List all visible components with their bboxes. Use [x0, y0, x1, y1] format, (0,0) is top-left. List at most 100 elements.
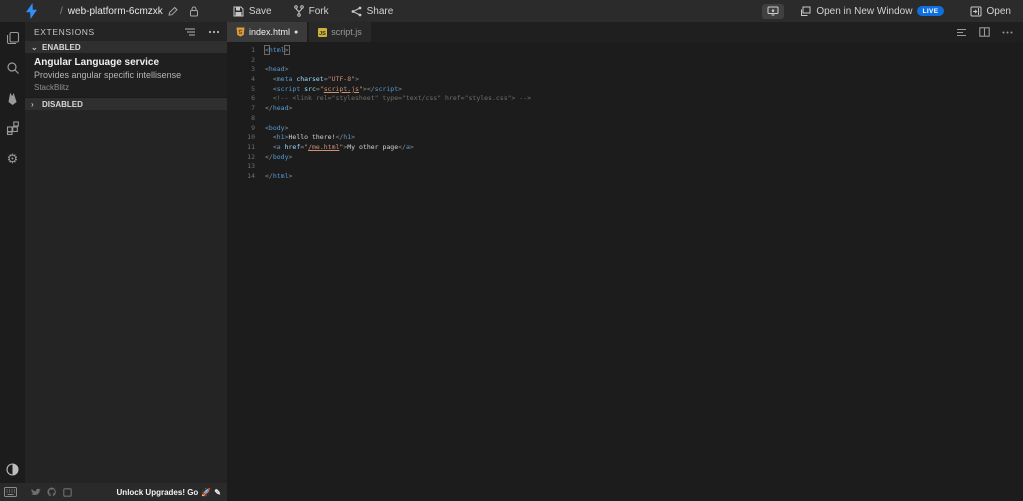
code-line[interactable]: 2 — [227, 56, 1023, 66]
open-label: Open — [986, 5, 1011, 17]
fork-button[interactable]: Fork — [290, 0, 333, 22]
fork-icon — [293, 5, 304, 17]
code-line[interactable]: 11 <a href="/me.html">My other page</a> — [227, 143, 1023, 153]
theme-contrast-icon[interactable] — [5, 461, 21, 477]
code-line[interactable]: 4 <meta charset="UTF-8"> — [227, 75, 1023, 85]
section-enabled[interactable]: ⌄ ENABLED — [25, 41, 227, 53]
code-line[interactable]: 8 — [227, 114, 1023, 124]
editor-actions — [956, 22, 1023, 42]
open-changes-icon[interactable] — [956, 28, 967, 37]
svg-text:JS: JS — [319, 30, 326, 36]
preview-monitor-icon — [767, 6, 779, 16]
line-number: 1 — [251, 46, 255, 54]
stackblitz-logo-icon[interactable] — [25, 3, 38, 19]
js-file-icon: JS — [318, 27, 328, 37]
line-number: 13 — [247, 162, 255, 171]
toggle-preview-button[interactable] — [762, 3, 785, 19]
live-badge: LIVE — [917, 6, 944, 16]
open-button[interactable]: Open — [966, 0, 1015, 22]
left-column: ⚙ EXTENSIONS ⌄ ENABLED Angular Language … — [0, 22, 227, 501]
editor-group: index.html ● JS script.js 1 <html> 2 3 <… — [227, 22, 1023, 501]
tab-bar: index.html ● JS script.js — [227, 22, 1023, 42]
tab-script-js[interactable]: JS script.js — [309, 22, 371, 42]
more-actions-icon[interactable] — [1002, 31, 1013, 34]
explorer-files-icon[interactable] — [5, 30, 21, 46]
tab-index-html[interactable]: index.html ● — [227, 22, 308, 42]
tab-label: script.js — [331, 27, 362, 37]
code-line[interactable]: 5 <script src="script.js"></script> — [227, 85, 1023, 95]
line-number: 2 — [251, 55, 255, 64]
line-number: 10 — [247, 133, 255, 142]
topbar-right: Open in New Window LIVE Open — [762, 0, 1023, 22]
share-button[interactable]: Share — [347, 0, 398, 22]
embed-icon[interactable] — [63, 487, 72, 497]
open-in-new-window-button[interactable]: Open in New Window LIVE — [796, 0, 947, 22]
open-in-new-window-label: Open in New Window — [816, 5, 913, 17]
line-number: 5 — [251, 84, 255, 93]
code-line[interactable]: 1 <html> — [227, 46, 1023, 56]
main-area: ⚙ EXTENSIONS ⌄ ENABLED Angular Language … — [0, 22, 1023, 501]
firebase-deploy-icon[interactable] — [5, 90, 21, 106]
line-number: 11 — [247, 142, 255, 151]
tab-label: index.html — [249, 27, 291, 37]
extension-item-angular[interactable]: Angular Language service Provides angula… — [25, 53, 227, 98]
line-number: 8 — [251, 113, 255, 122]
modified-dot-icon: ● — [294, 28, 299, 36]
line-number: 12 — [247, 152, 255, 161]
line-number: 3 — [251, 65, 255, 74]
code-line[interactable]: 12 </body> — [227, 153, 1023, 163]
chevron-down-icon: ⌄ — [31, 42, 38, 52]
extension-name: Angular Language service — [34, 57, 160, 68]
section-disabled[interactable]: › DISABLED — [25, 98, 227, 110]
line-number: 14 — [247, 171, 255, 180]
status-bar: Unlock Upgrades! Go 🚀 ✎ — [0, 483, 227, 501]
line-number: 6 — [251, 94, 255, 103]
chevron-right-icon: › — [31, 99, 34, 109]
open-panel-icon — [970, 6, 982, 17]
search-icon[interactable] — [5, 60, 21, 76]
split-editor-icon[interactable] — [979, 27, 990, 37]
line-number: 7 — [251, 104, 255, 113]
new-window-icon — [800, 6, 811, 17]
code-line[interactable]: 3 <head> — [227, 65, 1023, 75]
line-number: 4 — [251, 75, 255, 84]
github-icon[interactable] — [47, 487, 57, 497]
pencil-icon: ✎ — [214, 487, 221, 497]
enabled-label: ENABLED — [42, 42, 81, 52]
project-prefix: / — [60, 5, 63, 17]
filter-icon[interactable] — [183, 25, 197, 39]
activity-bar: ⚙ — [0, 22, 25, 483]
more-actions-icon[interactable] — [207, 25, 221, 39]
project-title: / web-platform-6cmzxk — [60, 6, 199, 17]
code-line[interactable]: 13 — [227, 162, 1023, 172]
code-line[interactable]: 6 <!-- <link rel="stylesheet" type="text… — [227, 94, 1023, 104]
project-name[interactable]: web-platform-6cmzxk — [68, 6, 163, 17]
code-line[interactable]: 14 </html> — [227, 172, 1023, 182]
share-label: Share — [366, 5, 394, 17]
extensions-panel-header: EXTENSIONS — [25, 22, 227, 41]
save-button[interactable]: Save — [229, 0, 276, 22]
unlock-upgrades-link[interactable]: Unlock Upgrades! Go 🚀 ✎ — [117, 488, 221, 497]
html-file-icon — [236, 27, 245, 37]
extension-description: Provides angular specific intellisense — [34, 70, 182, 80]
extensions-panel-title: EXTENSIONS — [34, 26, 95, 37]
privacy-lock-icon[interactable] — [189, 6, 199, 17]
code-editor[interactable]: 1 <html> 2 3 <head> 4 <meta charset="UTF-8"> 5… — [227, 42, 1023, 501]
code-line[interactable]: 9 <body> — [227, 124, 1023, 134]
extensions-panel: EXTENSIONS ⌄ ENABLED Angular Language se… — [25, 22, 227, 483]
rename-project-icon[interactable] — [168, 6, 178, 16]
keyboard-shortcuts-icon[interactable] — [4, 487, 17, 497]
extension-publisher: StackBlitz — [34, 83, 70, 92]
fork-label: Fork — [308, 5, 329, 17]
extensions-icon[interactable] — [5, 120, 21, 136]
twitter-icon[interactable] — [31, 488, 41, 497]
rocket-icon: 🚀 — [201, 487, 212, 497]
save-icon — [233, 6, 244, 17]
settings-gear-icon[interactable]: ⚙ — [5, 150, 21, 166]
code-line[interactable]: 7 </head> — [227, 104, 1023, 114]
line-number: 9 — [251, 123, 255, 132]
save-label: Save — [248, 5, 272, 17]
disabled-label: DISABLED — [42, 99, 83, 109]
share-icon — [351, 6, 362, 17]
code-line[interactable]: 10 <h1>Hello there!</h1> — [227, 133, 1023, 143]
